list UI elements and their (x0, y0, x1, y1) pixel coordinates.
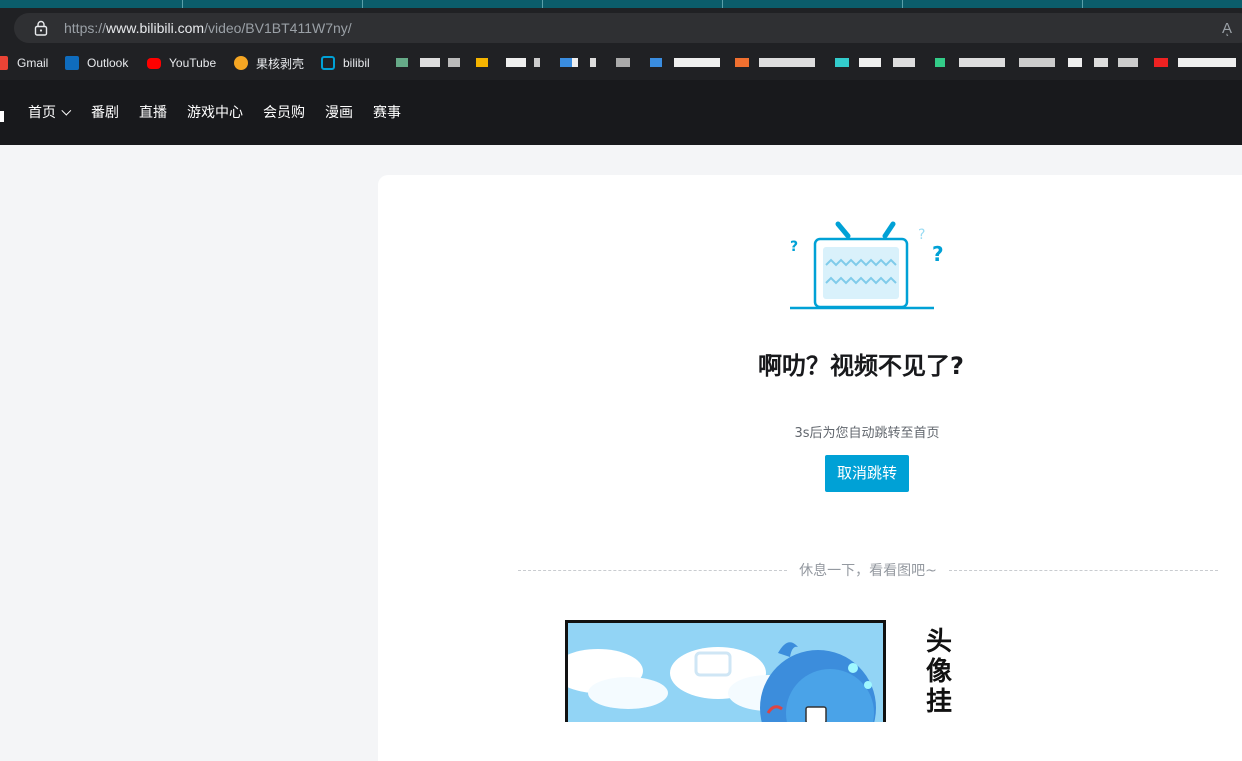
lock-icon[interactable] (34, 20, 48, 36)
browser-toolbar: https://www.bilibili.com/video/BV1BT411W… (0, 8, 1242, 48)
nav-live[interactable]: 直播 (139, 104, 167, 122)
comic-image (565, 620, 886, 722)
outlook-icon (65, 56, 79, 70)
nav-game-center[interactable]: 游戏中心 (187, 104, 243, 122)
nav-manga[interactable]: 漫画 (325, 104, 353, 122)
bookmark-outlook[interactable]: Outlook (65, 54, 128, 72)
redacted-bookmark[interactable] (1154, 58, 1236, 67)
bookmark-guohe[interactable]: 果核剥壳 (234, 54, 304, 72)
cancel-redirect-button[interactable]: 取消跳转 (825, 455, 909, 492)
svg-text:?: ? (932, 242, 944, 266)
browser-tab[interactable] (903, 0, 1083, 8)
broken-tv-icon: ? ? ? (790, 221, 944, 310)
bilibili-logo[interactable] (0, 111, 4, 122)
browser-tab-strip (0, 0, 1242, 8)
bookmark-label: 果核剥壳 (256, 56, 305, 71)
bookmark-label: Outlook (87, 56, 129, 70)
bookmark-bilibili[interactable]: bilibili (321, 54, 369, 72)
bilibili-icon (321, 56, 335, 70)
divider-line (518, 569, 788, 571)
browser-tab[interactable] (723, 0, 903, 8)
nav-esports[interactable]: 赛事 (373, 104, 401, 122)
browser-tab[interactable] (363, 0, 543, 8)
url-text[interactable]: https://www.bilibili.com/video/BV1BT411W… (64, 19, 352, 37)
svg-text:?: ? (918, 227, 925, 243)
divider-text: 休息一下，看看图吧~ (799, 563, 937, 579)
chevron-down-icon (61, 105, 72, 116)
divider-line (948, 569, 1219, 571)
redacted-bookmark[interactable] (835, 58, 915, 67)
redacted-bookmark[interactable] (560, 58, 630, 67)
site-header: 首页 番剧 直播 游戏中心 会员购 漫画 赛事 (0, 80, 1242, 145)
bookmark-youtube[interactable]: YouTube (147, 54, 216, 72)
browser-tab[interactable] (183, 0, 363, 8)
redacted-bookmark[interactable] (1068, 58, 1138, 67)
comic-side-text: 头像挂 (926, 627, 953, 717)
bookmark-label: YouTube (169, 56, 217, 70)
address-bar[interactable]: https://www.bilibili.com/video/BV1BT411W… (14, 13, 1242, 43)
url-scheme: https:// (64, 20, 107, 36)
nav-home[interactable]: 首页 (28, 104, 72, 122)
redacted-bookmark[interactable] (935, 58, 1055, 67)
youtube-icon (147, 57, 161, 69)
browser-tab[interactable] (543, 0, 723, 8)
read-aloud-icon[interactable]: Aͅ (1222, 20, 1232, 37)
nav-home-label: 首页 (28, 105, 56, 121)
bookmark-label: Gmail (17, 56, 49, 70)
url-host: www.bilibili.com (106, 20, 205, 36)
redacted-bookmark[interactable] (476, 58, 540, 67)
nav-anime[interactable]: 番剧 (91, 104, 119, 122)
error-title: 啊叻？视频不见了? (758, 352, 964, 380)
redacted-bookmark[interactable] (396, 58, 460, 67)
bookmarks-bar: Gmail Outlook YouTube 果核剥壳 bilibili (0, 48, 1242, 80)
redacted-bookmark[interactable] (735, 58, 815, 67)
error-card: ? ? ? 啊叻？视频不见了? 3s后为您自动跳转至首页 取消跳转 休息一下，看… (378, 175, 1242, 761)
url-path: /video/BV1BT411W7ny/ (204, 20, 352, 36)
comic-illustration (568, 623, 883, 722)
svg-text:?: ? (790, 239, 798, 255)
redirect-countdown: 3s后为您自动跳转至首页 (794, 426, 940, 441)
orange-icon (234, 56, 248, 70)
bookmark-label: bilibili (343, 56, 369, 70)
nav-vip-shop[interactable]: 会员购 (263, 104, 305, 122)
browser-tab[interactable] (0, 0, 183, 8)
section-divider: 休息一下，看看图吧~ (518, 559, 1219, 581)
redacted-bookmark[interactable] (650, 58, 720, 67)
bookmark-gmail[interactable]: Gmail (0, 54, 48, 72)
gmail-icon (0, 56, 8, 70)
